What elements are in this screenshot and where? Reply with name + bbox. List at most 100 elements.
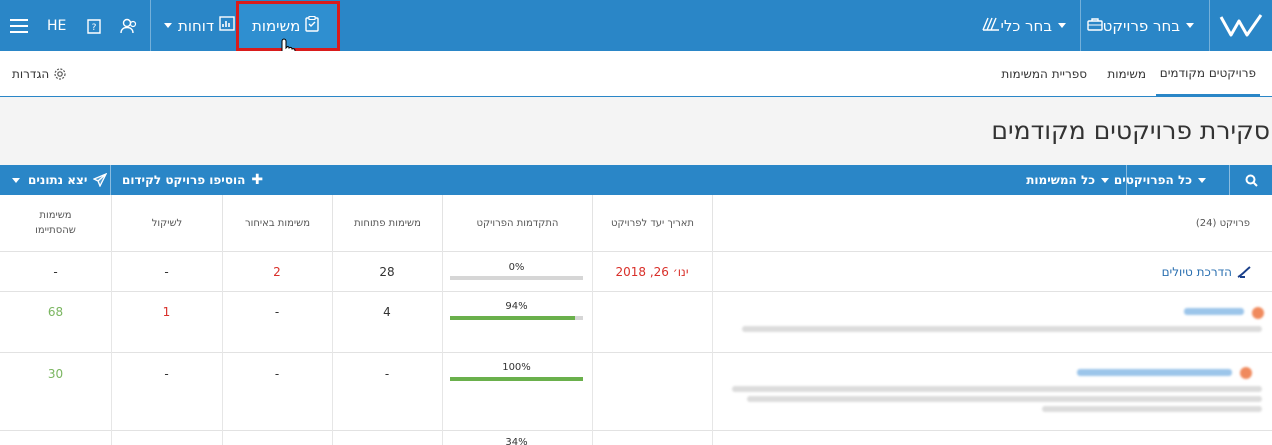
progress-percent: 0% bbox=[508, 262, 525, 273]
header-project[interactable]: פרויקט (24) bbox=[712, 195, 1272, 251]
add-project-label: הוסיפו פרויקט לקידום bbox=[122, 173, 246, 187]
select-project-label: בחר פרויקט bbox=[1102, 16, 1180, 35]
add-project-button[interactable]: הוסיפו פרויקט לקידום ✚ bbox=[122, 165, 263, 195]
reports-label: דוחות bbox=[178, 16, 215, 35]
tab-tasks[interactable]: משימות bbox=[1107, 51, 1146, 97]
divider bbox=[150, 0, 151, 51]
tab-label: ספריית המשימות bbox=[1001, 67, 1087, 81]
progress-bar bbox=[450, 316, 583, 320]
completed-count: 68 bbox=[47, 305, 64, 319]
paper-plane-icon bbox=[93, 173, 108, 187]
header-label: התקדמות הפרויקט bbox=[476, 217, 559, 229]
report-chart-icon bbox=[219, 16, 235, 35]
plus-icon: ✚ bbox=[251, 172, 264, 188]
row-divider bbox=[0, 352, 1272, 353]
progress-percent: 34% bbox=[505, 437, 528, 445]
export-data-dropdown[interactable]: יצא נתונים bbox=[6, 165, 108, 195]
header-label: פרויקט (24) bbox=[1195, 217, 1250, 229]
export-label: יצא נתונים bbox=[28, 173, 88, 187]
users-icon bbox=[120, 18, 137, 33]
progress-percent: 94% bbox=[505, 301, 528, 312]
briefcase-icon bbox=[1086, 17, 1103, 35]
project-description bbox=[732, 386, 1262, 392]
tab-tasks-library[interactable]: ספריית המשימות bbox=[1001, 51, 1087, 97]
chevron-down-icon bbox=[1058, 23, 1066, 28]
chevron-down-icon bbox=[164, 23, 172, 28]
reports-dropdown[interactable]: דוחות bbox=[158, 0, 235, 51]
project-logo-icon bbox=[1237, 266, 1251, 278]
help-button[interactable]: ? bbox=[86, 0, 102, 51]
divider bbox=[1080, 0, 1081, 51]
tools-icon bbox=[982, 17, 1000, 35]
header-label: משימות bbox=[39, 210, 72, 221]
column-divider bbox=[332, 251, 333, 445]
header-label: לשיקול bbox=[151, 217, 183, 229]
project-favicon bbox=[1252, 307, 1264, 319]
header-to-consider[interactable]: לשיקול bbox=[111, 195, 222, 251]
users-button[interactable] bbox=[120, 0, 138, 51]
header-late-tasks[interactable]: משימות באיחור bbox=[222, 195, 332, 251]
header-open-tasks[interactable]: משימות פתוחות bbox=[332, 195, 442, 251]
target-date: ינו׳ 26, 2018 bbox=[615, 265, 689, 279]
project-description bbox=[1042, 406, 1262, 412]
completed-count: 30 bbox=[47, 367, 64, 381]
top-navbar: בחר פרויקט בחר כלי משימות דוחות ? HE bbox=[0, 0, 1272, 62]
header-label: תאריך יעד לפרויקט bbox=[611, 217, 694, 229]
header-progress[interactable]: התקדמות הפרויקט bbox=[442, 195, 592, 251]
select-tool-dropdown[interactable]: בחר כלי bbox=[977, 0, 1072, 51]
chevron-down-icon bbox=[1198, 177, 1206, 183]
page-title: סקירת פרויקטים מקודמים bbox=[991, 116, 1270, 145]
svg-text:?: ? bbox=[92, 23, 97, 33]
late-tasks-count: - bbox=[274, 367, 280, 381]
select-tool-label: בחר כלי bbox=[1000, 16, 1052, 35]
open-tasks-count: - bbox=[384, 367, 390, 381]
language-label: HE bbox=[47, 17, 67, 34]
clipboard-check-icon bbox=[305, 15, 320, 36]
all-tasks-filter[interactable]: כל המשימות bbox=[1026, 165, 1115, 195]
help-book-icon: ? bbox=[87, 18, 101, 34]
hamburger-menu-button[interactable] bbox=[10, 0, 28, 51]
column-divider bbox=[222, 251, 223, 445]
divider bbox=[1126, 165, 1127, 195]
column-divider bbox=[712, 251, 713, 445]
column-divider bbox=[442, 251, 443, 445]
late-tasks-count: - bbox=[274, 305, 280, 319]
progress-bar-fill bbox=[450, 316, 576, 320]
projects-table: פרויקט (24) תאריך יעד לפרויקט התקדמות הפ… bbox=[0, 195, 1272, 445]
header-completed-tasks[interactable]: משימות שהסתיימו bbox=[0, 195, 111, 251]
language-switch[interactable]: HE bbox=[47, 0, 66, 51]
divider bbox=[1209, 0, 1210, 51]
all-projects-filter[interactable]: כל הפרויקטים bbox=[1114, 165, 1212, 195]
row-divider bbox=[0, 251, 1272, 252]
search-button[interactable] bbox=[1230, 165, 1272, 195]
progress-bar bbox=[450, 276, 583, 280]
chevron-down-icon bbox=[1186, 23, 1194, 28]
logo-w-icon bbox=[1219, 13, 1263, 36]
project-favicon bbox=[1240, 367, 1252, 379]
project-description bbox=[742, 326, 1262, 332]
hamburger-icon bbox=[10, 18, 28, 33]
project-name-link[interactable] bbox=[1184, 308, 1244, 315]
header-label: משימות באיחור bbox=[245, 217, 310, 229]
gear-icon bbox=[54, 68, 66, 80]
row-divider bbox=[0, 430, 1272, 431]
tasks-label: משימות bbox=[252, 16, 301, 35]
chevron-down-icon bbox=[1101, 177, 1109, 183]
divider bbox=[1229, 165, 1230, 195]
project-description bbox=[747, 396, 1262, 402]
settings-link[interactable]: הגדרות bbox=[12, 51, 67, 97]
sub-navigation: פרויקטים מקודמים משימות ספריית המשימות ה… bbox=[0, 51, 1272, 97]
project-name-link[interactable]: הדרכת טיולים bbox=[1162, 265, 1232, 279]
header-target-date[interactable]: תאריך יעד לפרויקט bbox=[592, 195, 712, 251]
select-project-dropdown[interactable]: בחר פרויקט bbox=[1082, 0, 1200, 51]
tab-label: משימות bbox=[1107, 67, 1146, 81]
app-logo[interactable] bbox=[1210, 0, 1272, 51]
chevron-down-icon bbox=[12, 177, 20, 183]
header-label: משימות פתוחות bbox=[354, 217, 421, 229]
tab-promoted-projects[interactable]: פרויקטים מקודמים bbox=[1155, 51, 1260, 97]
header-label: שהסתיימו bbox=[35, 225, 76, 236]
project-name-link[interactable] bbox=[1077, 369, 1232, 376]
row-divider bbox=[0, 291, 1272, 292]
search-icon bbox=[1245, 174, 1258, 187]
tab-label: פרויקטים מקודמים bbox=[1159, 65, 1256, 80]
